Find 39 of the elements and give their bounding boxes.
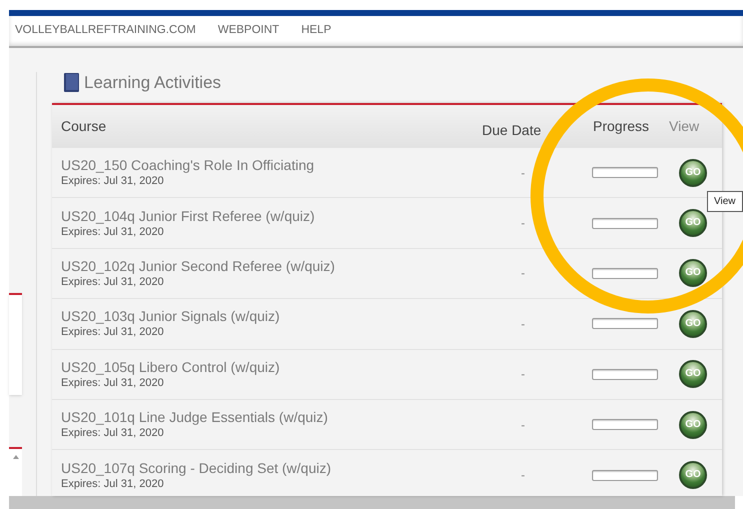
expiry-date: Expires: Jul 31, 2020	[61, 376, 165, 390]
expiry-date: Expires: Jul 31, 2020	[61, 426, 165, 440]
section-title: Learning Activities	[84, 72, 222, 94]
column-header: View	[669, 117, 700, 136]
expiry-date: Expires: Jul 31, 2020	[61, 174, 165, 188]
tooltip: View	[707, 191, 742, 212]
nav-link[interactable]: HELP	[301, 22, 332, 40]
go-button[interactable]: GO	[679, 360, 707, 388]
nav-link[interactable]: VOLLEYBALLREFTRAINING.COM	[15, 22, 196, 40]
course-link[interactable]: US20_105q Libero Control (w/quiz)	[61, 358, 492, 376]
course-link[interactable]: US20_107q Scoring - Deciding Set (w/quiz)	[61, 460, 492, 477]
due-date: -	[520, 467, 526, 484]
due-date: -	[520, 416, 526, 434]
go-button[interactable]: GO	[679, 259, 707, 288]
go-button[interactable]: GO	[679, 410, 707, 439]
go-button[interactable]: GO	[679, 461, 707, 490]
course-link[interactable]: US20_150 Coaching's Role In Officiating	[61, 157, 492, 174]
go-button[interactable]: GO	[679, 158, 707, 187]
expiry-date: Expires: Jul 31, 2020	[61, 274, 165, 289]
go-button[interactable]: GO	[679, 310, 707, 338]
due-date: -	[520, 316, 526, 333]
due-date: -	[520, 366, 526, 384]
course-link[interactable]: US20_104q Junior First Referee (w/quiz)	[61, 208, 492, 225]
due-date: -	[520, 164, 526, 182]
go-button[interactable]: GO	[679, 209, 707, 238]
due-date: -	[520, 265, 526, 282]
expiry-date: Expires: Jul 31, 2020	[61, 476, 165, 491]
course-link[interactable]: US20_103q Junior Signals (w/quiz)	[61, 308, 492, 326]
expiry-date: Expires: Jul 31, 2020	[61, 224, 165, 239]
column-header: Progress	[592, 117, 650, 136]
scroll-up-icon[interactable]	[12, 455, 18, 459]
column-header[interactable]: Due Date	[472, 112, 587, 141]
book-icon	[63, 73, 79, 92]
column-header: Course	[60, 117, 108, 136]
expiry-date: Expires: Jul 31, 2020	[61, 325, 165, 340]
nav-link[interactable]: WEBPOINT	[218, 22, 280, 40]
due-date: -	[520, 215, 526, 232]
course-link[interactable]: US20_102q Junior Second Referee (w/quiz)	[61, 258, 492, 275]
course-link[interactable]: US20_101q Line Judge Essentials (w/quiz)	[61, 409, 492, 426]
